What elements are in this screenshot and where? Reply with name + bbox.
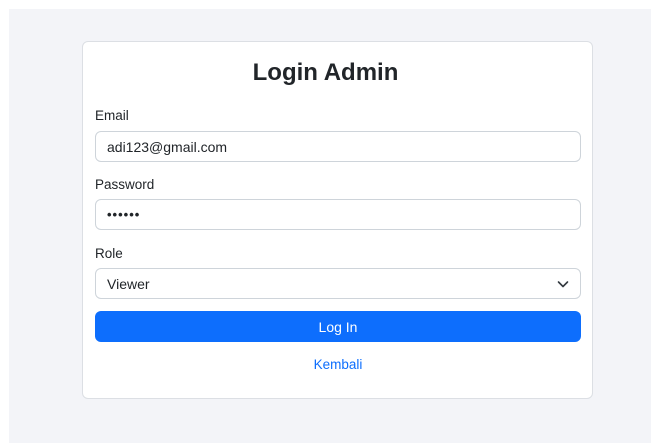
email-field[interactable]: adi123@gmail.com <box>95 131 581 162</box>
chevron-down-icon <box>557 281 569 288</box>
role-select[interactable]: Viewer <box>95 268 581 299</box>
role-label: Role <box>95 246 123 261</box>
role-selected-value: Viewer <box>107 275 150 292</box>
email-label: Email <box>95 108 129 123</box>
back-link[interactable]: Kembali <box>95 356 581 374</box>
password-field[interactable]: •••••• <box>95 199 581 230</box>
login-button[interactable]: Log In <box>95 311 581 342</box>
page-title: Login Admin <box>252 59 399 86</box>
email-value: adi123@gmail.com <box>107 138 228 155</box>
password-label: Password <box>95 177 155 192</box>
password-value: •••••• <box>107 207 141 222</box>
login-button-label: Log In <box>318 318 358 335</box>
